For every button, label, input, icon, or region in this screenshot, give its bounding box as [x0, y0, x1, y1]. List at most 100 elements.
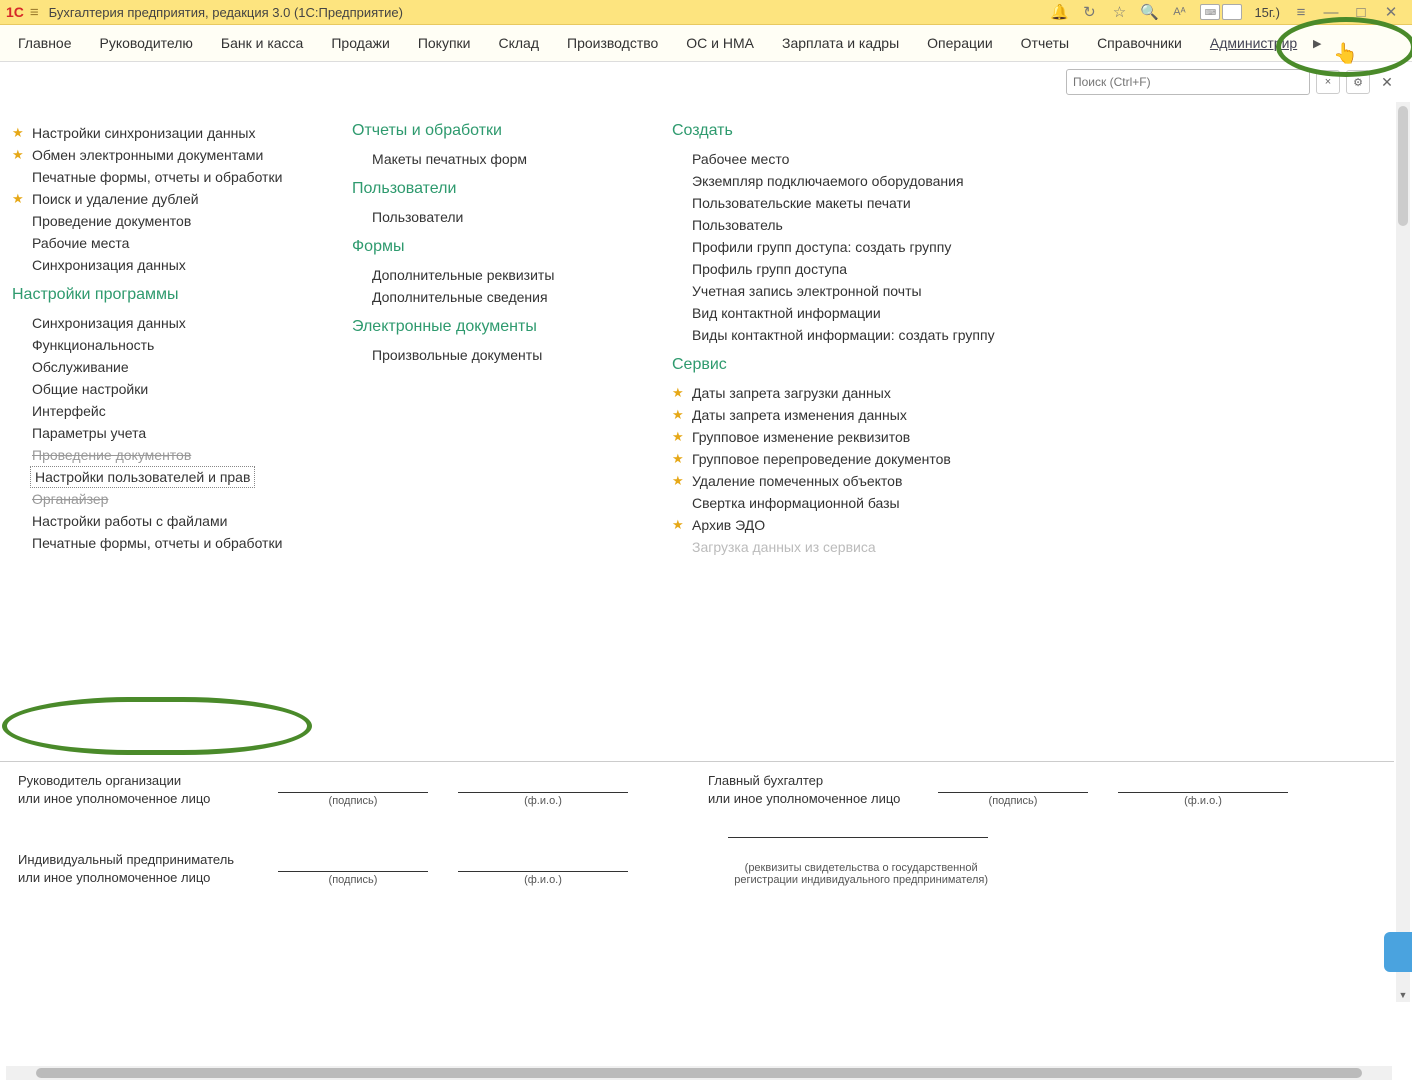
- menu-item[interactable]: Групповое изменение реквизитов: [672, 426, 992, 448]
- bell-icon[interactable]: 🔔: [1047, 2, 1071, 22]
- nav-operations[interactable]: Операции: [913, 25, 1007, 61]
- menu-item[interactable]: Рабочие места: [12, 232, 312, 254]
- history-icon[interactable]: ↻: [1077, 2, 1101, 22]
- menu-item[interactable]: Пользователи: [352, 206, 632, 228]
- menu-item[interactable]: Профиль групп доступа: [672, 258, 992, 280]
- group-edocs: Электронные документы: [352, 318, 632, 336]
- horizontal-scrollbar[interactable]: [6, 1066, 1392, 1080]
- group-users: Пользователи: [352, 180, 632, 198]
- menu-item[interactable]: Дополнительные сведения: [352, 286, 632, 308]
- panel-close-button[interactable]: ✕: [1376, 71, 1398, 93]
- sig-line-podpis: (подпись): [278, 792, 428, 807]
- group-program-settings: Настройки программы: [12, 286, 312, 304]
- menu-item[interactable]: Функциональность: [12, 334, 312, 356]
- nav-production[interactable]: Производство: [553, 25, 672, 61]
- maximize-icon[interactable]: □: [1349, 2, 1373, 22]
- nav-purchases[interactable]: Покупки: [404, 25, 485, 61]
- menu-item[interactable]: Обслуживание: [12, 356, 312, 378]
- clear-search-button[interactable]: ×: [1316, 70, 1340, 94]
- logo-1c: 1C: [6, 4, 24, 20]
- menu-item[interactable]: Макеты печатных форм: [352, 148, 632, 170]
- menu-icon[interactable]: ≡: [1289, 2, 1313, 22]
- document-footer: Руководитель организацииили иное уполном…: [0, 761, 1394, 1062]
- nav-assets[interactable]: ОС и НМА: [672, 25, 768, 61]
- menu-item[interactable]: Печатные формы, отчеты и обработки: [12, 532, 312, 554]
- group-service: Сервис: [672, 356, 992, 374]
- nav-warehouse[interactable]: Склад: [484, 25, 553, 61]
- scroll-down-icon[interactable]: ▼: [1396, 988, 1410, 1002]
- nav-administration[interactable]: Администрир: [1196, 25, 1311, 61]
- group-create: Создать: [672, 122, 992, 140]
- menu-item[interactable]: Профили групп доступа: создать группу: [672, 236, 992, 258]
- titlebar-cut-text: 15г.): [1254, 5, 1280, 20]
- menu-item[interactable]: Проведение документов: [12, 210, 312, 232]
- nav-bank[interactable]: Банк и касса: [207, 25, 317, 61]
- menu-item[interactable]: Синхронизация данных: [12, 254, 312, 276]
- menu-item[interactable]: Проведение документов: [12, 444, 312, 466]
- menu-column-2: Отчеты и обработки Макеты печатных форм …: [352, 122, 632, 712]
- menu-item[interactable]: Органайзер: [12, 488, 312, 510]
- window-title: Бухгалтерия предприятия, редакция 3.0 (1…: [49, 5, 403, 20]
- group-reports: Отчеты и обработки: [352, 122, 632, 140]
- menu-item[interactable]: Групповое перепроведение документов: [672, 448, 992, 470]
- nav-scroll-right-icon[interactable]: ▶: [1311, 37, 1323, 50]
- menu-item[interactable]: Параметры учета: [12, 422, 312, 444]
- menu-item[interactable]: Загрузка данных из сервиса: [672, 536, 992, 558]
- sig-line-fio: (ф.и.о.): [1118, 792, 1288, 807]
- menu-item[interactable]: Рабочее место: [672, 148, 992, 170]
- menu-item[interactable]: Поиск и удаление дублей: [12, 188, 312, 210]
- menu-item[interactable]: Пользовательские макеты печати: [672, 192, 992, 214]
- menu-item[interactable]: Учетная запись электронной почты: [672, 280, 992, 302]
- sig-line-fio: (ф.и.о.): [458, 871, 628, 886]
- panel-toolbar: × ⚙ ✕: [0, 62, 1412, 102]
- menu-item[interactable]: Даты запрета изменения данных: [672, 404, 992, 426]
- body-area: Настройки синхронизации данных Обмен эле…: [0, 102, 1412, 1080]
- menu-item[interactable]: Синхронизация данных: [12, 312, 312, 334]
- titlebar-right: 🔔 ↻ ☆ 🔍 Aᴬ ⌨ 15г.) ≡ — □ ✕: [1044, 2, 1406, 22]
- menu-item[interactable]: Экземпляр подключаемого оборудования: [672, 170, 992, 192]
- menu-item[interactable]: Обмен электронными документами: [12, 144, 312, 166]
- sig-line-long: [728, 837, 988, 852]
- sig-label-ip: Индивидуальный предпринимательили иное у…: [18, 851, 248, 886]
- sig-label-director: Руководитель организацииили иное уполном…: [18, 772, 248, 807]
- menu-item[interactable]: Произвольные документы: [352, 344, 632, 366]
- menu-item[interactable]: Настройки работы с файлами: [12, 510, 312, 532]
- keyboard-hint: ⌨: [1200, 4, 1242, 20]
- menu-item[interactable]: Общие настройки: [12, 378, 312, 400]
- nav-reports[interactable]: Отчеты: [1007, 25, 1083, 61]
- search-icon[interactable]: 🔍: [1137, 2, 1161, 22]
- menu-item[interactable]: Дополнительные реквизиты: [352, 264, 632, 286]
- nav-sales[interactable]: Продажи: [317, 25, 403, 61]
- titlebar: 1C ≡ Бухгалтерия предприятия, редакция 3…: [0, 0, 1412, 25]
- floating-help-button[interactable]: [1384, 932, 1412, 972]
- sig-line-podpis: (подпись): [278, 871, 428, 886]
- menu-item[interactable]: Пользователь: [672, 214, 992, 236]
- menu-item[interactable]: Виды контактной информации: создать груп…: [672, 324, 992, 346]
- minimize-icon[interactable]: —: [1319, 2, 1343, 22]
- menu-item[interactable]: Настройки синхронизации данных: [12, 122, 312, 144]
- sig-line-fio: (ф.и.о.): [458, 792, 628, 807]
- menu-item[interactable]: Даты запрета загрузки данных: [672, 382, 992, 404]
- menu-item[interactable]: Удаление помеченных объектов: [672, 470, 992, 492]
- nav-main[interactable]: Главное: [4, 25, 86, 61]
- search-input[interactable]: [1066, 69, 1310, 95]
- hamburger-icon[interactable]: ≡: [30, 4, 39, 21]
- menu-item[interactable]: Свертка информационной базы: [672, 492, 992, 514]
- vertical-scrollbar[interactable]: ▲ ▼: [1396, 102, 1410, 1002]
- text-size-icon[interactable]: Aᴬ: [1167, 2, 1191, 22]
- scrollbar-thumb[interactable]: [1398, 106, 1408, 226]
- nav-payroll[interactable]: Зарплата и кадры: [768, 25, 913, 61]
- menu-item[interactable]: Интерфейс: [12, 400, 312, 422]
- menu-item-users-rights[interactable]: Настройки пользователей и прав: [30, 466, 255, 488]
- nav-catalogs[interactable]: Справочники: [1083, 25, 1196, 61]
- hscroll-thumb[interactable]: [36, 1068, 1362, 1078]
- nav-manager[interactable]: Руководителю: [86, 25, 207, 61]
- star-icon[interactable]: ☆: [1107, 2, 1131, 22]
- group-forms: Формы: [352, 238, 632, 256]
- menu-item[interactable]: Архив ЭДО: [672, 514, 992, 536]
- sig-line-podpis: (подпись): [938, 792, 1088, 807]
- menu-item[interactable]: Печатные формы, отчеты и обработки: [12, 166, 312, 188]
- gear-icon[interactable]: ⚙: [1346, 70, 1370, 94]
- menu-item[interactable]: Вид контактной информации: [672, 302, 992, 324]
- close-icon[interactable]: ✕: [1379, 2, 1403, 22]
